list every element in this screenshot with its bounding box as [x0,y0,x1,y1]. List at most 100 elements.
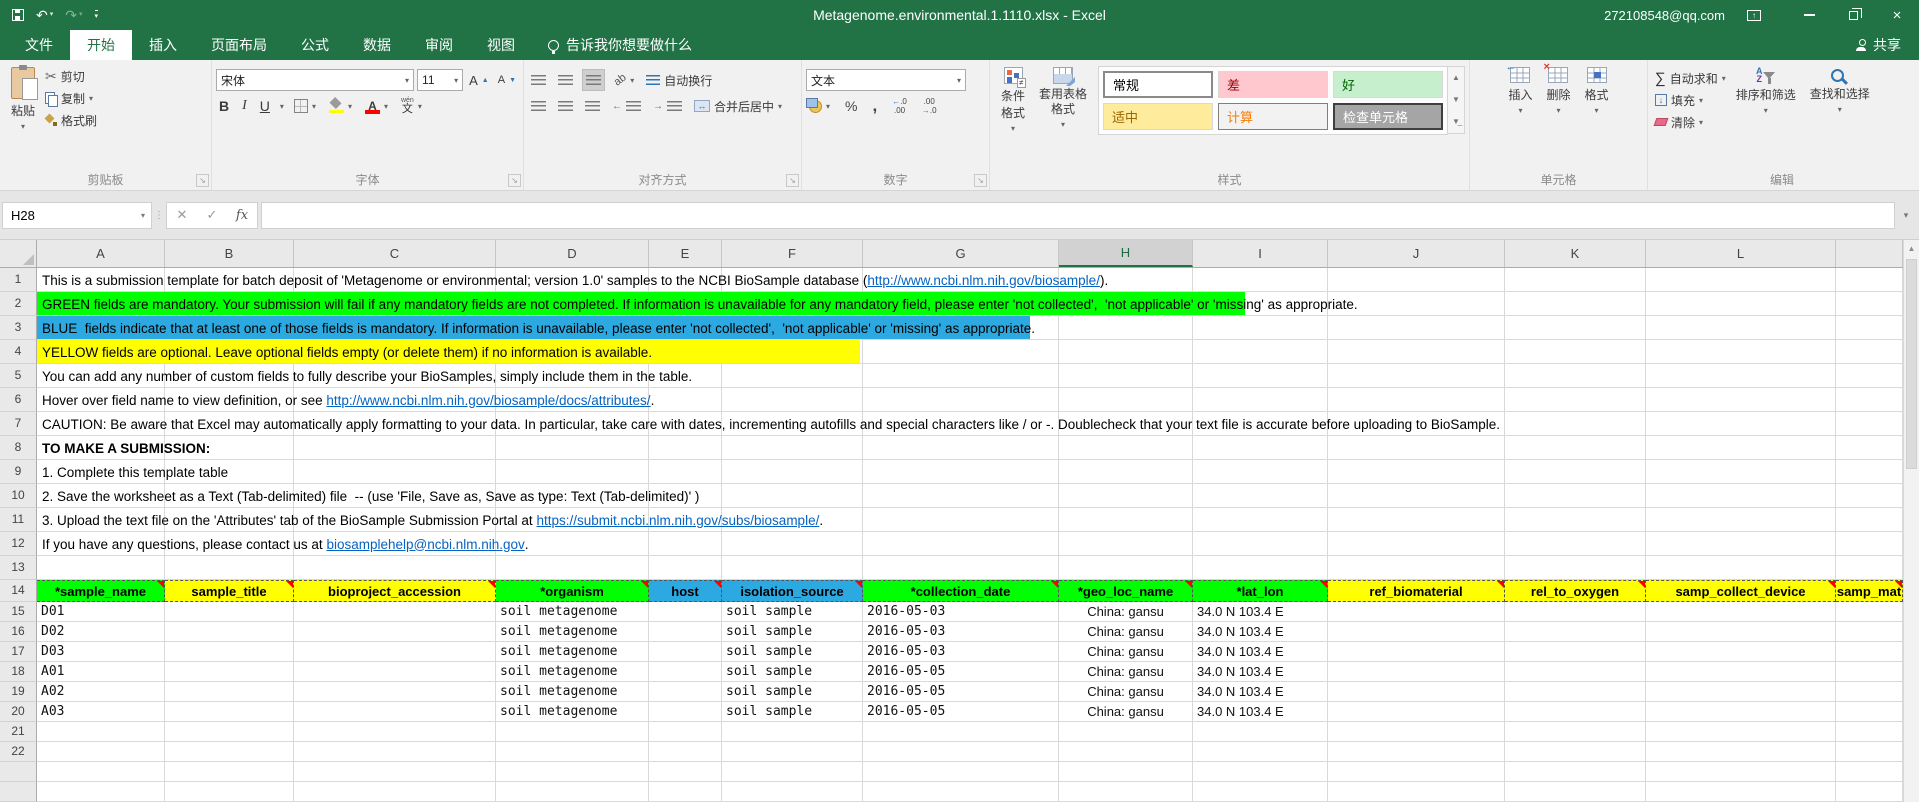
cell-D8[interactable] [496,436,649,460]
cell-F9[interactable] [722,460,863,484]
cell-M21[interactable] [1836,722,1903,742]
cell-G17[interactable]: 2016-05-03 [863,642,1059,662]
cell-H4[interactable] [1059,340,1193,364]
cell-E9[interactable] [649,460,722,484]
cell-style-check[interactable]: 检查单元格 [1333,103,1443,130]
cell-H21[interactable] [1059,722,1193,742]
cell-I22[interactable] [1193,742,1328,762]
cell-G19[interactable]: 2016-05-05 [863,682,1059,702]
align-right-button[interactable] [582,95,603,117]
cell-C23[interactable] [294,762,496,782]
wrap-text-button[interactable]: 自动换行 [643,69,715,91]
cell-L18[interactable] [1646,662,1836,682]
cell-C15[interactable] [294,602,496,622]
cell-B23[interactable] [165,762,294,782]
phonetic-button[interactable]: wén文▾ [398,95,425,117]
cell-C18[interactable] [294,662,496,682]
cell-L5[interactable] [1646,364,1836,388]
row-number[interactable]: 7 [0,412,37,436]
column-header-E[interactable]: E [649,240,722,267]
cell-M1[interactable] [1836,268,1903,292]
cell-K21[interactable] [1505,722,1646,742]
cell-J3[interactable] [1328,316,1505,340]
cell-F10[interactable] [722,484,863,508]
cell-C16[interactable] [294,622,496,642]
cell-G20[interactable]: 2016-05-05 [863,702,1059,722]
cell-F15[interactable]: soil sample [722,602,863,622]
cell-J10[interactable] [1328,484,1505,508]
cell-D17[interactable]: soil metagenome [496,642,649,662]
cell-M9[interactable] [1836,460,1903,484]
cell-C13[interactable] [294,556,496,580]
cell-M3[interactable] [1836,316,1903,340]
cell-G15[interactable]: 2016-05-03 [863,602,1059,622]
cell-F22[interactable] [722,742,863,762]
cell-L3[interactable] [1646,316,1836,340]
cell-K7[interactable] [1505,412,1646,436]
cell-M7[interactable] [1836,412,1903,436]
confirm-entry-icon[interactable]: ✓ [197,207,227,223]
row-number[interactable]: 21 [0,722,37,742]
cell-L6[interactable] [1646,388,1836,412]
cell-A17[interactable]: D03 [37,642,165,662]
cell-G22[interactable] [863,742,1059,762]
cell-I15[interactable]: 34.0 N 103.4 E [1193,602,1328,622]
cell-A22[interactable] [37,742,165,762]
cell-K8[interactable] [1505,436,1646,460]
header-cell-samp_mat[interactable]: samp_mat [1836,580,1903,602]
cell-style-neutral[interactable]: 适中 [1103,103,1213,130]
find-select-button[interactable]: 查找和选择▾ [1803,63,1877,171]
cell-H5[interactable] [1059,364,1193,388]
tab-file[interactable]: 文件 [8,30,70,60]
cell-E13[interactable] [649,556,722,580]
cell-I24[interactable] [1193,782,1328,802]
cell-M4[interactable] [1836,340,1903,364]
scroll-up-icon[interactable]: ▲ [1904,240,1919,257]
column-header-K[interactable]: K [1505,240,1646,267]
alignment-dialog-launcher-icon[interactable]: ↘ [786,174,799,187]
cell-J6[interactable] [1328,388,1505,412]
minimize-button[interactable] [1787,0,1831,30]
column-header-A[interactable]: A [37,240,165,267]
row-number[interactable]: 20 [0,702,37,722]
header-cell-ref_biomaterial[interactable]: ref_biomaterial [1328,580,1505,602]
header-cell-sample_title[interactable]: sample_title [165,580,294,602]
align-middle-button[interactable] [555,69,576,91]
clipboard-dialog-launcher-icon[interactable]: ↘ [196,174,209,187]
cell-J17[interactable] [1328,642,1505,662]
clear-button[interactable]: 清除▾ [1652,111,1729,133]
cell-L9[interactable] [1646,460,1836,484]
cell-L19[interactable] [1646,682,1836,702]
cell-I21[interactable] [1193,722,1328,742]
tab-formulas[interactable]: 公式 [284,30,346,60]
cell-F24[interactable] [722,782,863,802]
tab-page-layout[interactable]: 页面布局 [194,30,284,60]
cell-F16[interactable]: soil sample [722,622,863,642]
cell-I4[interactable] [1193,340,1328,364]
header-cell-geo_loc_name[interactable]: *geo_loc_name [1059,580,1193,602]
cell-M12[interactable] [1836,532,1903,556]
cell-J18[interactable] [1328,662,1505,682]
cell-G5[interactable] [863,364,1059,388]
cell-E6[interactable] [649,388,722,412]
account-name[interactable]: 272108548@qq.com [1604,8,1725,23]
cell-F20[interactable]: soil sample [722,702,863,722]
cell-F5[interactable] [722,364,863,388]
cell-E8[interactable] [649,436,722,460]
cell-F6[interactable] [722,388,863,412]
formula-bar-handle[interactable]: ⋮ [152,210,166,221]
header-cell-collection_date[interactable]: *collection_date [863,580,1059,602]
cell-B24[interactable] [165,782,294,802]
cell-J8[interactable] [1328,436,1505,460]
cell-M2[interactable] [1836,292,1903,316]
cell-A23[interactable] [37,762,165,782]
border-button[interactable]: ▾ [291,95,319,117]
cell-style-calc[interactable]: 计算 [1218,103,1328,130]
cell-link[interactable]: http://www.ncbi.nlm.nih.gov/biosample/do… [326,393,650,408]
cell-C20[interactable] [294,702,496,722]
cell-M22[interactable] [1836,742,1903,762]
customize-qat-icon[interactable]: ▾ [95,10,99,20]
align-top-button[interactable] [528,69,549,91]
column-header-D[interactable]: D [496,240,649,267]
conditional-formatting-button[interactable]: 条件格式▾ [994,63,1032,171]
